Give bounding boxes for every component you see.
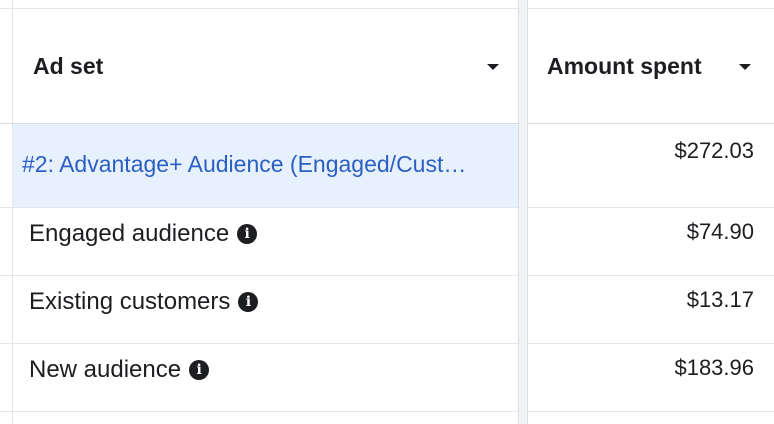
ad-set-name: Existing customers: [29, 288, 231, 315]
column-header-amount-spent[interactable]: Amount spent: [527, 9, 774, 123]
amount-spent-value: $272.03: [674, 138, 754, 163]
list-item: New audience i: [29, 356, 210, 384]
info-icon[interactable]: i: [237, 224, 258, 244]
ad-set-name: New audience: [29, 356, 182, 383]
info-icon[interactable]: i: [189, 360, 210, 380]
amount-spent-value: $74.90: [686, 219, 754, 244]
column-header-amount-spent-label: Amount spent: [547, 53, 702, 79]
list-item: Engaged audience i: [29, 220, 258, 248]
amount-spent-value: $183.96: [674, 355, 754, 380]
info-icon[interactable]: i: [238, 292, 259, 312]
column-header-ad-set[interactable]: Ad set: [13, 9, 518, 123]
table-row[interactable]: New audience i: [13, 344, 774, 411]
ad-set-name-link[interactable]: #2: Advantage+ Audience (Engaged/Cust…: [22, 151, 502, 178]
amount-spent-value: $13.17: [686, 287, 754, 312]
table-row[interactable]: Existing customers i: [13, 276, 774, 343]
caret-down-icon[interactable]: [739, 64, 751, 70]
table-row[interactable]: #2: Advantage+ Audience (Engaged/Cust…: [13, 124, 774, 207]
row-divider-4: [0, 411, 774, 412]
ad-set-name: Engaged audience: [29, 220, 230, 247]
table-row[interactable]: Engaged audience i: [13, 208, 774, 275]
list-item: Existing customers i: [29, 288, 259, 316]
column-header-ad-set-label: Ad set: [33, 53, 104, 79]
caret-down-icon[interactable]: [487, 64, 499, 70]
